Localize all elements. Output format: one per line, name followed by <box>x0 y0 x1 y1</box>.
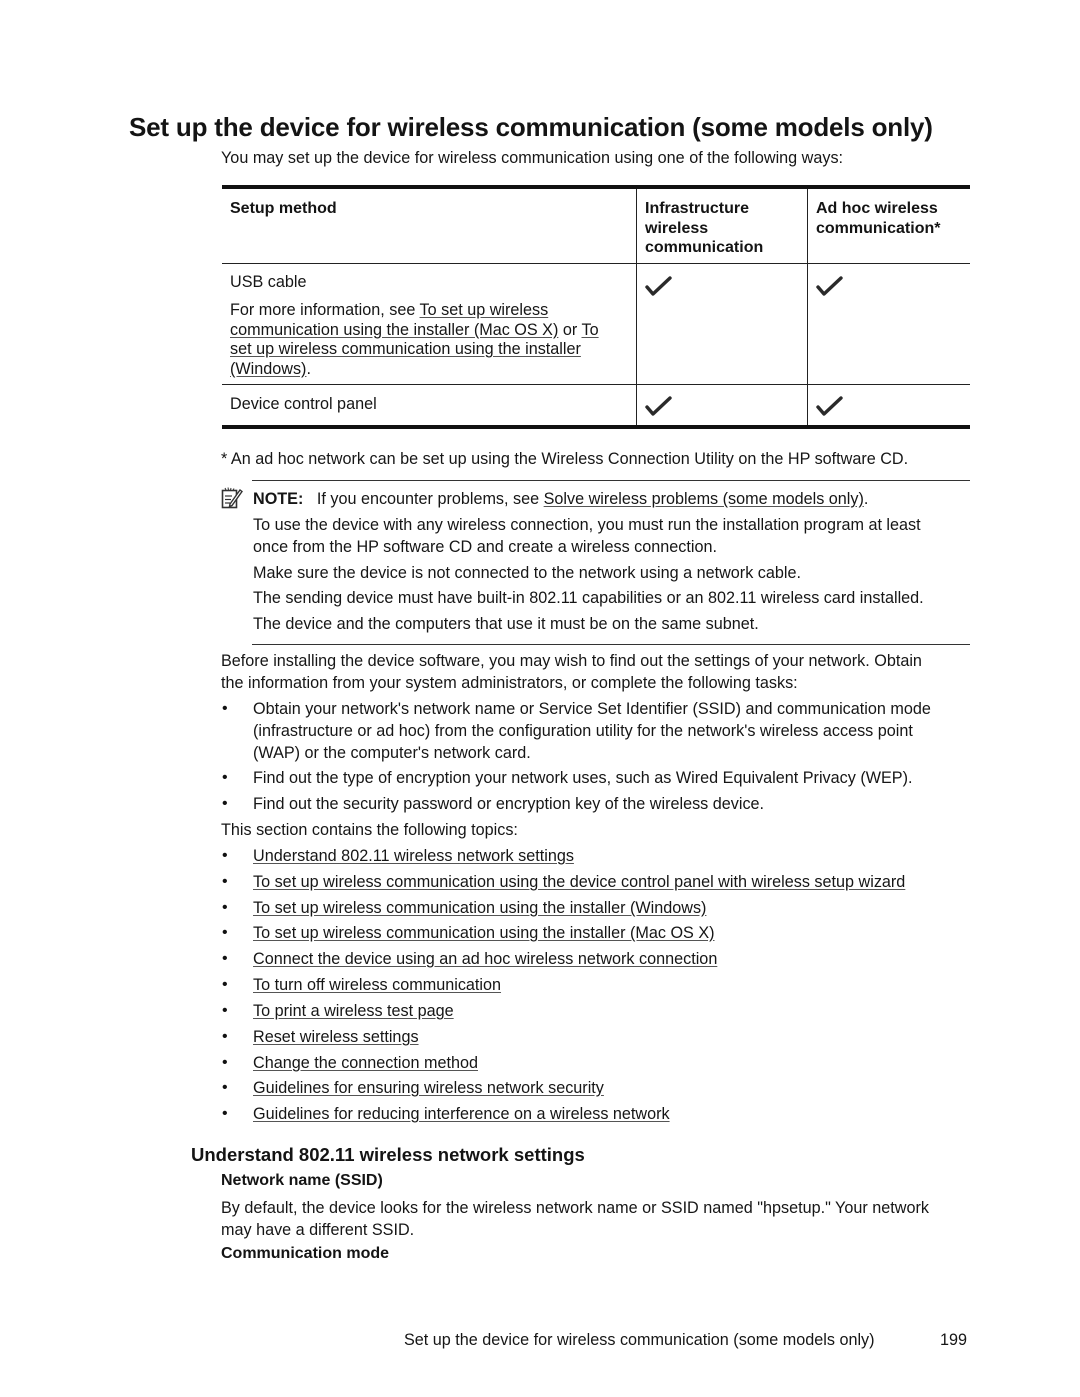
topics-intro: This section contains the following topi… <box>221 821 518 839</box>
bullet: • <box>222 700 228 717</box>
bullet: • <box>222 924 228 941</box>
table-bottom-rule <box>222 425 970 429</box>
info-prefix: For more information, see <box>230 301 420 319</box>
bullet: • <box>222 1054 228 1071</box>
page-number: 199 <box>940 1331 968 1349</box>
footnote: * An ad hoc network can be set up using … <box>221 450 909 468</box>
ssid-heading: Network name (SSID) <box>221 1172 383 1189</box>
suffix-text: . <box>306 359 311 378</box>
check-icon <box>816 276 843 296</box>
task-line: (infrastructure or ad hoc) from the conf… <box>253 722 913 740</box>
note-para-line: once from the HP software CD and create … <box>253 538 717 556</box>
task-item: Find out the type of encryption your net… <box>253 769 913 787</box>
header-infrastructure: Infrastructure wireless communication <box>645 199 763 258</box>
link-installer-mac[interactable]: communication using the installer (Mac O… <box>230 321 558 339</box>
topic-link[interactable]: To print a wireless test page <box>253 1000 454 1022</box>
header-adhoc: Ad hoc wireless communication* <box>816 199 940 238</box>
note-label: NOTE: <box>253 490 304 508</box>
note-para-line: To use the device with any wireless conn… <box>253 516 921 534</box>
communication-mode-heading: Communication mode <box>221 1245 390 1262</box>
header-adhoc-line: communication* <box>816 219 941 237</box>
note-top-rule <box>252 480 970 481</box>
bullet: • <box>222 1002 228 1019</box>
bullet: • <box>222 1028 228 1045</box>
intro-text: You may set up the device for wireless c… <box>221 149 844 167</box>
ssid-line: By default, the device looks for the wir… <box>221 1199 929 1217</box>
before-paragraph: Before installing the device software, y… <box>221 650 922 694</box>
header-infrastructure-line: communication <box>645 239 764 256</box>
header-infrastructure-line: wireless <box>645 219 709 237</box>
task-item: Obtain your network's network name or Se… <box>253 698 931 764</box>
bullet: • <box>222 976 228 993</box>
table-column-divider <box>636 189 637 425</box>
check-icon <box>816 396 843 416</box>
note-bottom-rule <box>252 644 970 645</box>
page-title: Set up the device for wireless communica… <box>129 112 933 142</box>
task-line: Obtain your network's network name or Se… <box>253 700 931 718</box>
topic-link[interactable]: To set up wireless communication using t… <box>253 871 905 893</box>
header-infrastructure-line: Infrastructure <box>645 200 750 217</box>
footer-title: Set up the device for wireless communica… <box>404 1331 875 1349</box>
before-line: the information from your system adminis… <box>221 674 798 692</box>
topic-link[interactable]: Guidelines for ensuring wireless network… <box>253 1077 604 1099</box>
topic-link[interactable]: To set up wireless communication using t… <box>253 897 706 919</box>
bullet: • <box>222 1105 228 1122</box>
ssid-paragraph: By default, the device looks for the wir… <box>221 1197 929 1241</box>
note-line: NOTE: If you encounter problems, see Sol… <box>253 488 868 510</box>
topic-link[interactable]: Reset wireless settings <box>253 1026 419 1048</box>
table-header-rule <box>222 263 970 264</box>
bullet: • <box>222 847 228 864</box>
topic-link[interactable]: Change the connection method <box>253 1052 478 1074</box>
bullet: • <box>222 795 228 812</box>
connector-text: or <box>558 320 582 339</box>
note-paragraph: The sending device must have built-in 80… <box>253 589 924 607</box>
bullet: • <box>222 873 228 890</box>
link-installer-windows[interactable]: (Windows) <box>230 360 306 378</box>
topic-link[interactable]: Connect the device using an ad hoc wirel… <box>253 948 717 970</box>
setup-methods-table: Setup method Infrastructure wireless com… <box>222 185 970 429</box>
row-usb-method: USB cable <box>230 273 307 291</box>
table-column-divider <box>807 189 808 425</box>
note-paragraph: Make sure the device is not connected to… <box>253 564 801 582</box>
link-installer-windows[interactable]: To <box>581 321 598 339</box>
table-row-rule <box>222 384 970 385</box>
header-adhoc-line: Ad hoc wireless <box>816 200 938 217</box>
section-heading: Understand 802.11 wireless network setti… <box>191 1144 585 1165</box>
link-installer-mac[interactable]: To set up wireless <box>420 301 549 319</box>
topic-link[interactable]: Guidelines for reducing interference on … <box>253 1103 670 1125</box>
row-usb-info: For more information, see To set up wire… <box>230 301 630 379</box>
check-icon <box>645 396 672 416</box>
bullet: • <box>222 950 228 967</box>
topic-link[interactable]: Understand 802.11 wireless network setti… <box>253 845 574 867</box>
header-setup-method: Setup method <box>230 200 337 217</box>
link-installer-windows[interactable]: set up wireless communication using the … <box>230 340 581 358</box>
note-paragraph: To use the device with any wireless conn… <box>253 514 921 558</box>
before-line: Before installing the device software, y… <box>221 652 922 670</box>
note-pencil-icon <box>221 487 243 509</box>
note-text: If you encounter problems, see <box>316 490 544 508</box>
bullet: • <box>222 769 228 786</box>
bullet: • <box>222 1079 228 1096</box>
table-top-rule <box>222 185 970 189</box>
link-solve-wireless-problems[interactable]: Solve wireless problems (some models onl… <box>544 490 864 508</box>
task-line: (WAP) or the computer's network card. <box>253 744 531 762</box>
row-control-panel-method: Device control panel <box>230 395 377 413</box>
topic-link[interactable]: To set up wireless communication using t… <box>253 922 715 944</box>
ssid-line: may have a different SSID. <box>221 1221 415 1239</box>
note-paragraph: The device and the computers that use it… <box>253 615 759 633</box>
bullet: • <box>222 899 228 916</box>
topic-link[interactable]: To turn off wireless communication <box>253 974 501 996</box>
task-item: Find out the security password or encryp… <box>253 795 765 813</box>
note-suffix: . <box>863 490 869 508</box>
check-icon <box>645 276 672 296</box>
